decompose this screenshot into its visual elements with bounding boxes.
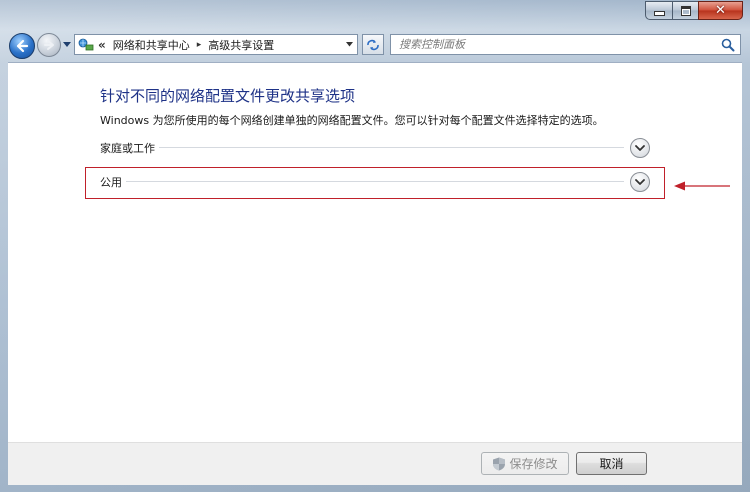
maximize-button[interactable] [672,1,698,20]
breadcrumb-advanced-sharing[interactable]: 高级共享设置 [208,37,274,53]
expand-home-work-button[interactable] [630,138,650,158]
address-bar[interactable]: « 网络和共享中心 ▸ 高级共享设置 [74,34,358,55]
page-description: Windows 为您所使用的每个网络创建单独的网络配置文件。您可以针对每个配置文… [100,114,604,127]
chevron-down-icon [345,42,353,47]
uac-shield-icon [493,457,506,470]
cancel-label: 取消 [599,457,624,471]
network-icon [78,37,94,53]
cancel-button[interactable]: 取消 [576,452,647,475]
bottom-button-bar: 保存修改 取消 [8,442,742,485]
recent-pages-button[interactable] [62,40,72,50]
back-button[interactable] [9,33,35,59]
back-arrow-icon [16,39,29,53]
close-button[interactable]: ✕ [698,1,743,20]
content-pane: 针对不同的网络配置文件更改共享选项 Windows 为您所使用的每个网络创建单独… [8,62,742,443]
search-input[interactable] [391,36,719,53]
save-changes-button[interactable]: 保存修改 [481,452,569,475]
breadcrumb-network-sharing-center[interactable]: 网络和共享中心 [113,37,190,53]
address-dropdown-button[interactable] [341,35,357,54]
row-divider-line [100,147,624,148]
breadcrumb-separator[interactable]: ▸ [197,40,202,50]
refresh-icon [367,39,379,50]
annotation-arrow-icon [674,181,730,191]
address-overflow-chevrons[interactable]: « [98,38,106,52]
minimize-icon [653,11,665,16]
close-icon: ✕ [715,3,726,18]
chevron-down-icon [63,42,71,47]
save-changes-label: 保存修改 [509,457,558,471]
page-title: 针对不同的网络配置文件更改共享选项 [100,87,356,105]
search-icon[interactable] [721,38,735,52]
annotation-highlight-box [85,167,665,199]
maximize-icon [680,5,691,16]
minimize-button[interactable] [645,1,672,20]
chevron-down-icon [635,144,645,151]
explorer-window: ✕ « 网络和共享中心 ▸ 高级共享设置 搜索控制面板 针对不同的网络配置文件更… [0,0,750,492]
forward-arrow-icon [44,40,54,50]
profile-label-home-work[interactable]: 家庭或工作 [100,140,159,156]
profile-row-home-work[interactable]: 家庭或工作 [100,137,650,159]
search-box[interactable] [390,34,741,55]
forward-button[interactable] [37,33,61,57]
refresh-button[interactable] [362,34,384,55]
caption-buttons: ✕ [645,1,743,21]
